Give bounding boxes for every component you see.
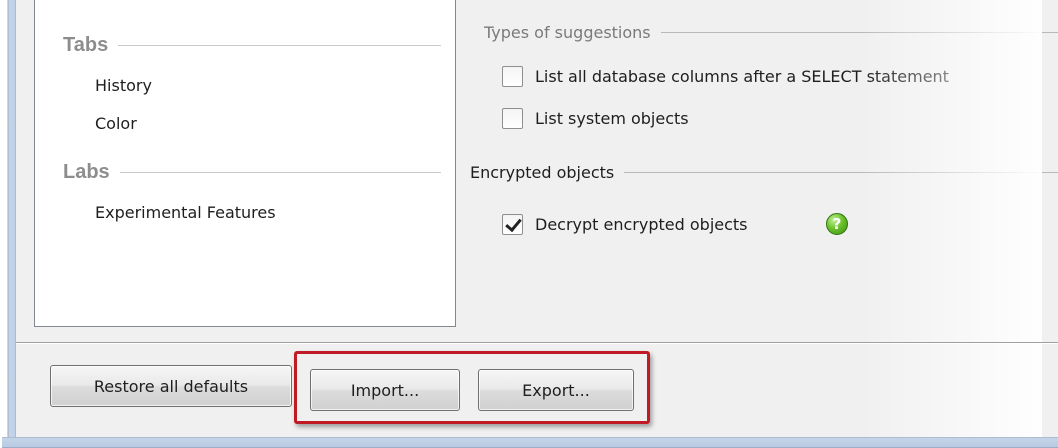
option-label: List system objects (535, 108, 689, 128)
nav-group-tabs: Tabs (63, 30, 441, 60)
nav-item-experimental-features[interactable]: Experimental Features (95, 203, 276, 222)
option-list-system-objects[interactable]: List system objects (502, 105, 689, 131)
window-frame-bottom (2, 437, 1058, 448)
section-header-encrypted: Encrypted objects (470, 160, 1058, 184)
options-nav-panel: Tabs History Color Labs Experimental Fea… (34, 0, 456, 327)
option-list-all-columns[interactable]: List all database columns after a SELECT… (502, 63, 949, 89)
nav-group-title-tabs: Tabs (63, 33, 109, 56)
footer-divider (16, 342, 1058, 344)
nav-group-title-labs: Labs (63, 160, 110, 183)
section-divider (624, 171, 1058, 173)
nav-item-color[interactable]: Color (95, 114, 137, 133)
list-all-columns-checkbox[interactable] (502, 65, 523, 87)
section-title-suggestions: Types of suggestions (484, 22, 651, 42)
nav-item-history[interactable]: History (95, 76, 152, 95)
import-button[interactable]: Import... (310, 369, 460, 411)
option-label: List all database columns after a SELECT… (535, 66, 949, 86)
restore-all-defaults-button[interactable]: Restore all defaults (50, 365, 292, 407)
nav-group-labs: Labs (63, 157, 441, 187)
decrypt-encrypted-objects-checkbox[interactable] (502, 213, 523, 235)
help-icon[interactable]: ? (826, 213, 848, 235)
options-dialog: Tabs History Color Labs Experimental Fea… (0, 0, 1058, 448)
section-header-suggestions: Types of suggestions (484, 20, 1058, 44)
list-system-objects-checkbox[interactable] (502, 107, 523, 129)
option-label: Decrypt encrypted objects (535, 214, 748, 234)
section-divider (660, 31, 1058, 33)
export-button[interactable]: Export... (478, 369, 634, 411)
nav-group-divider (119, 171, 441, 173)
window-frame-left (2, 0, 16, 448)
nav-group-divider (118, 44, 441, 46)
section-title-encrypted: Encrypted objects (470, 162, 615, 182)
option-decrypt-encrypted-objects[interactable]: Decrypt encrypted objects (502, 211, 748, 237)
